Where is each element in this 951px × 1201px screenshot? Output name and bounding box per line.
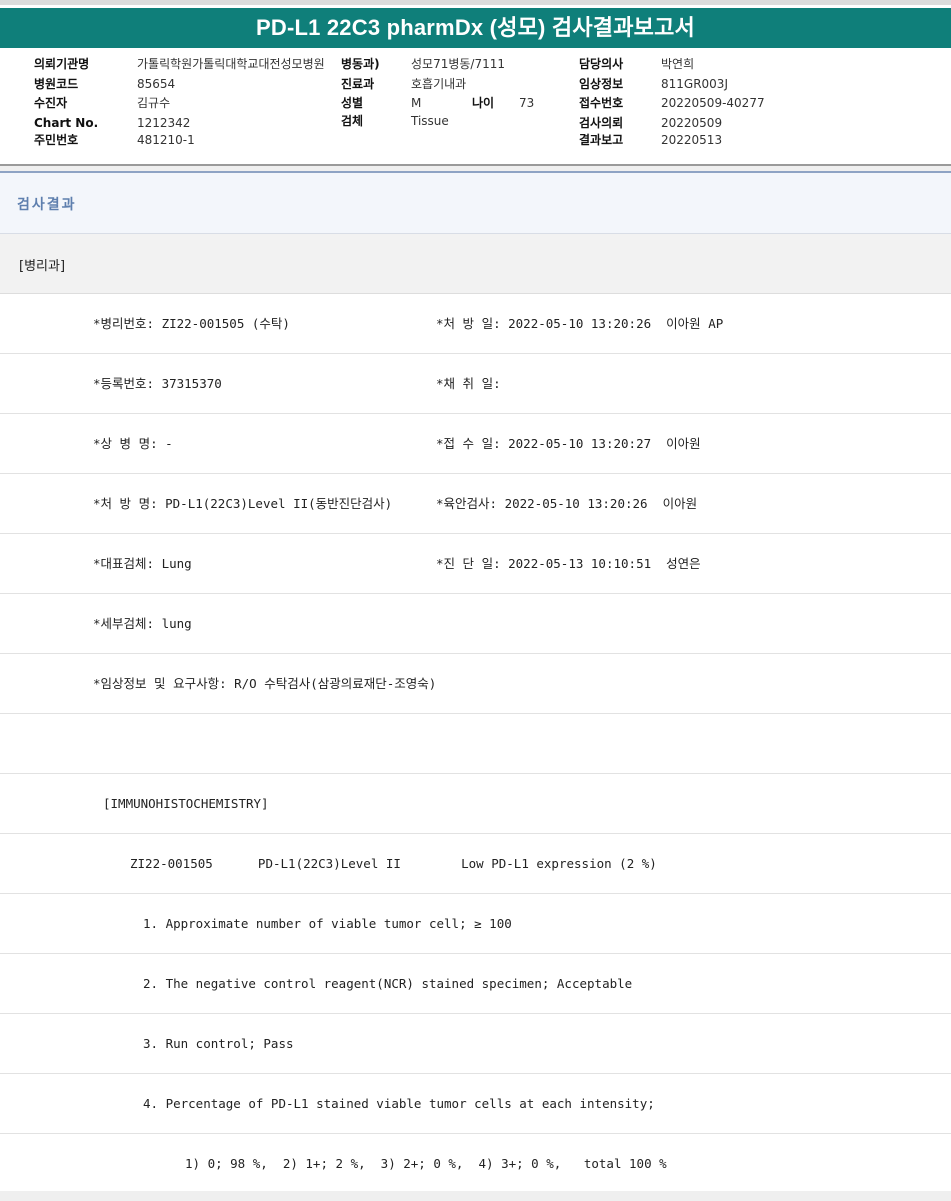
hospital-code-value: 85654 bbox=[137, 77, 176, 91]
institution-label: 의뢰기관명 bbox=[34, 57, 90, 71]
pathology-number: *병리번호: ZI22-001505 (수탁) bbox=[93, 316, 290, 331]
report-value: 20220513 bbox=[661, 133, 723, 147]
resident-value: 481210-1 bbox=[137, 133, 195, 147]
prescription-name: *처 방 명: PD-L1(22C3)Level II(동반진단검사) bbox=[93, 496, 393, 511]
department-label: [병리과] bbox=[19, 259, 66, 274]
section-title: 검사결과 bbox=[17, 197, 77, 213]
intensity-breakdown: 1) 0; 98 %, 2) 1+; 2 %, 3) 2+; 0 %, 4) 3… bbox=[185, 1156, 667, 1171]
department-row: [병리과] bbox=[0, 234, 951, 294]
chart-value: 1212342 bbox=[137, 116, 191, 130]
sex-value: M bbox=[411, 96, 422, 110]
section-header: 검사결과 bbox=[0, 173, 951, 234]
receipt-value: 20220509-40277 bbox=[661, 96, 765, 110]
dept-value: 호흡기내과 bbox=[411, 77, 467, 91]
clinical-label: 임상정보 bbox=[579, 77, 624, 91]
ihc-item-4: 4. Percentage of PD-L1 stained viable tu… bbox=[143, 1096, 655, 1111]
representative-specimen: *대표검체: Lung bbox=[93, 556, 192, 571]
age-value: 73 bbox=[519, 96, 535, 110]
doctor-value: 박연희 bbox=[661, 57, 695, 71]
receipt-date: *접 수 일: 2022-05-10 13:20:27 이아원 bbox=[436, 436, 701, 451]
report-label: 결과보고 bbox=[579, 133, 624, 147]
hospital-code-label: 병원코드 bbox=[34, 77, 79, 91]
specimen-value: Tissue bbox=[411, 114, 449, 128]
sex-label: 성별 bbox=[341, 96, 364, 110]
result-row: *병리번호: ZI22-001505 (수탁) *처 방 일: 2022-05-… bbox=[0, 294, 951, 354]
patient-value: 김규수 bbox=[137, 96, 171, 110]
prescription-date: *처 방 일: 2022-05-10 13:20:26 이아원 AP bbox=[436, 316, 724, 331]
result-row: *등록번호: 37315370 *채 취 일: bbox=[0, 354, 951, 414]
result-row-empty bbox=[0, 714, 951, 774]
bottom-strip bbox=[0, 1191, 951, 1201]
result-row: 1) 0; 98 %, 2) 1+; 2 %, 3) 2+; 0 %, 4) 3… bbox=[0, 1134, 951, 1194]
age-label: 나이 bbox=[472, 96, 495, 110]
gross-exam-date: *육안검사: 2022-05-10 13:20:26 이아원 bbox=[436, 496, 698, 511]
resident-label: 주민번호 bbox=[34, 133, 79, 147]
top-border bbox=[0, 0, 951, 5]
report-title: PD-L1 22C3 pharmDx (성모) 검사결과보고서 bbox=[0, 8, 951, 48]
request-label: 검사의뢰 bbox=[579, 116, 624, 130]
result-row: *세부검체: lung bbox=[0, 594, 951, 654]
result-row: *처 방 명: PD-L1(22C3)Level II(동반진단검사) *육안검… bbox=[0, 474, 951, 534]
clinical-requests: *임상정보 및 요구사항: R/O 수탁검사(삼광의료재단-조영숙) bbox=[93, 676, 437, 691]
detail-specimen: *세부검체: lung bbox=[93, 616, 192, 631]
diagnosis-name: *상 병 명: - bbox=[93, 436, 173, 451]
ward-value: 성모71병동/7111 bbox=[411, 57, 506, 71]
dept-label: 진료과 bbox=[341, 77, 375, 91]
result-row: *대표검체: Lung *진 단 일: 2022-05-13 10:10:51 … bbox=[0, 534, 951, 594]
ihc-summary: ZI22-001505 PD-L1(22C3)Level II Low PD-L… bbox=[130, 856, 657, 871]
result-row: *상 병 명: - *접 수 일: 2022-05-10 13:20:27 이아… bbox=[0, 414, 951, 474]
result-row: 3. Run control; Pass bbox=[0, 1014, 951, 1074]
clinical-value: 811GR003J bbox=[661, 77, 728, 91]
diagnosis-date: *진 단 일: 2022-05-13 10:10:51 성연은 bbox=[436, 556, 701, 571]
ihc-item-1: 1. Approximate number of viable tumor ce… bbox=[143, 916, 512, 931]
receipt-label: 접수번호 bbox=[579, 96, 624, 110]
collection-date: *채 취 일: bbox=[436, 376, 501, 391]
result-row: ZI22-001505 PD-L1(22C3)Level II Low PD-L… bbox=[0, 834, 951, 894]
institution-value: 가톨릭학원가톨릭대학교대전성모병원 bbox=[137, 57, 325, 71]
result-row: 1. Approximate number of viable tumor ce… bbox=[0, 894, 951, 954]
ihc-item-2: 2. The negative control reagent(NCR) sta… bbox=[143, 976, 633, 991]
registration-number: *등록번호: 37315370 bbox=[93, 376, 222, 391]
ihc-heading: [IMMUNOHISTOCHEMISTRY] bbox=[103, 796, 269, 811]
result-row: 4. Percentage of PD-L1 stained viable tu… bbox=[0, 1074, 951, 1134]
ihc-item-3: 3. Run control; Pass bbox=[143, 1036, 294, 1051]
ward-label: 병동과) bbox=[341, 57, 380, 71]
result-row: [IMMUNOHISTOCHEMISTRY] bbox=[0, 774, 951, 834]
request-value: 20220509 bbox=[661, 116, 723, 130]
specimen-label: 검체 bbox=[341, 114, 364, 128]
chart-label: Chart No. bbox=[34, 116, 99, 130]
result-row: *임상정보 및 요구사항: R/O 수탁검사(삼광의료재단-조영숙) bbox=[0, 654, 951, 714]
doctor-label: 담당의사 bbox=[579, 57, 624, 71]
result-row: 2. The negative control reagent(NCR) sta… bbox=[0, 954, 951, 1014]
patient-label: 수진자 bbox=[34, 96, 68, 110]
